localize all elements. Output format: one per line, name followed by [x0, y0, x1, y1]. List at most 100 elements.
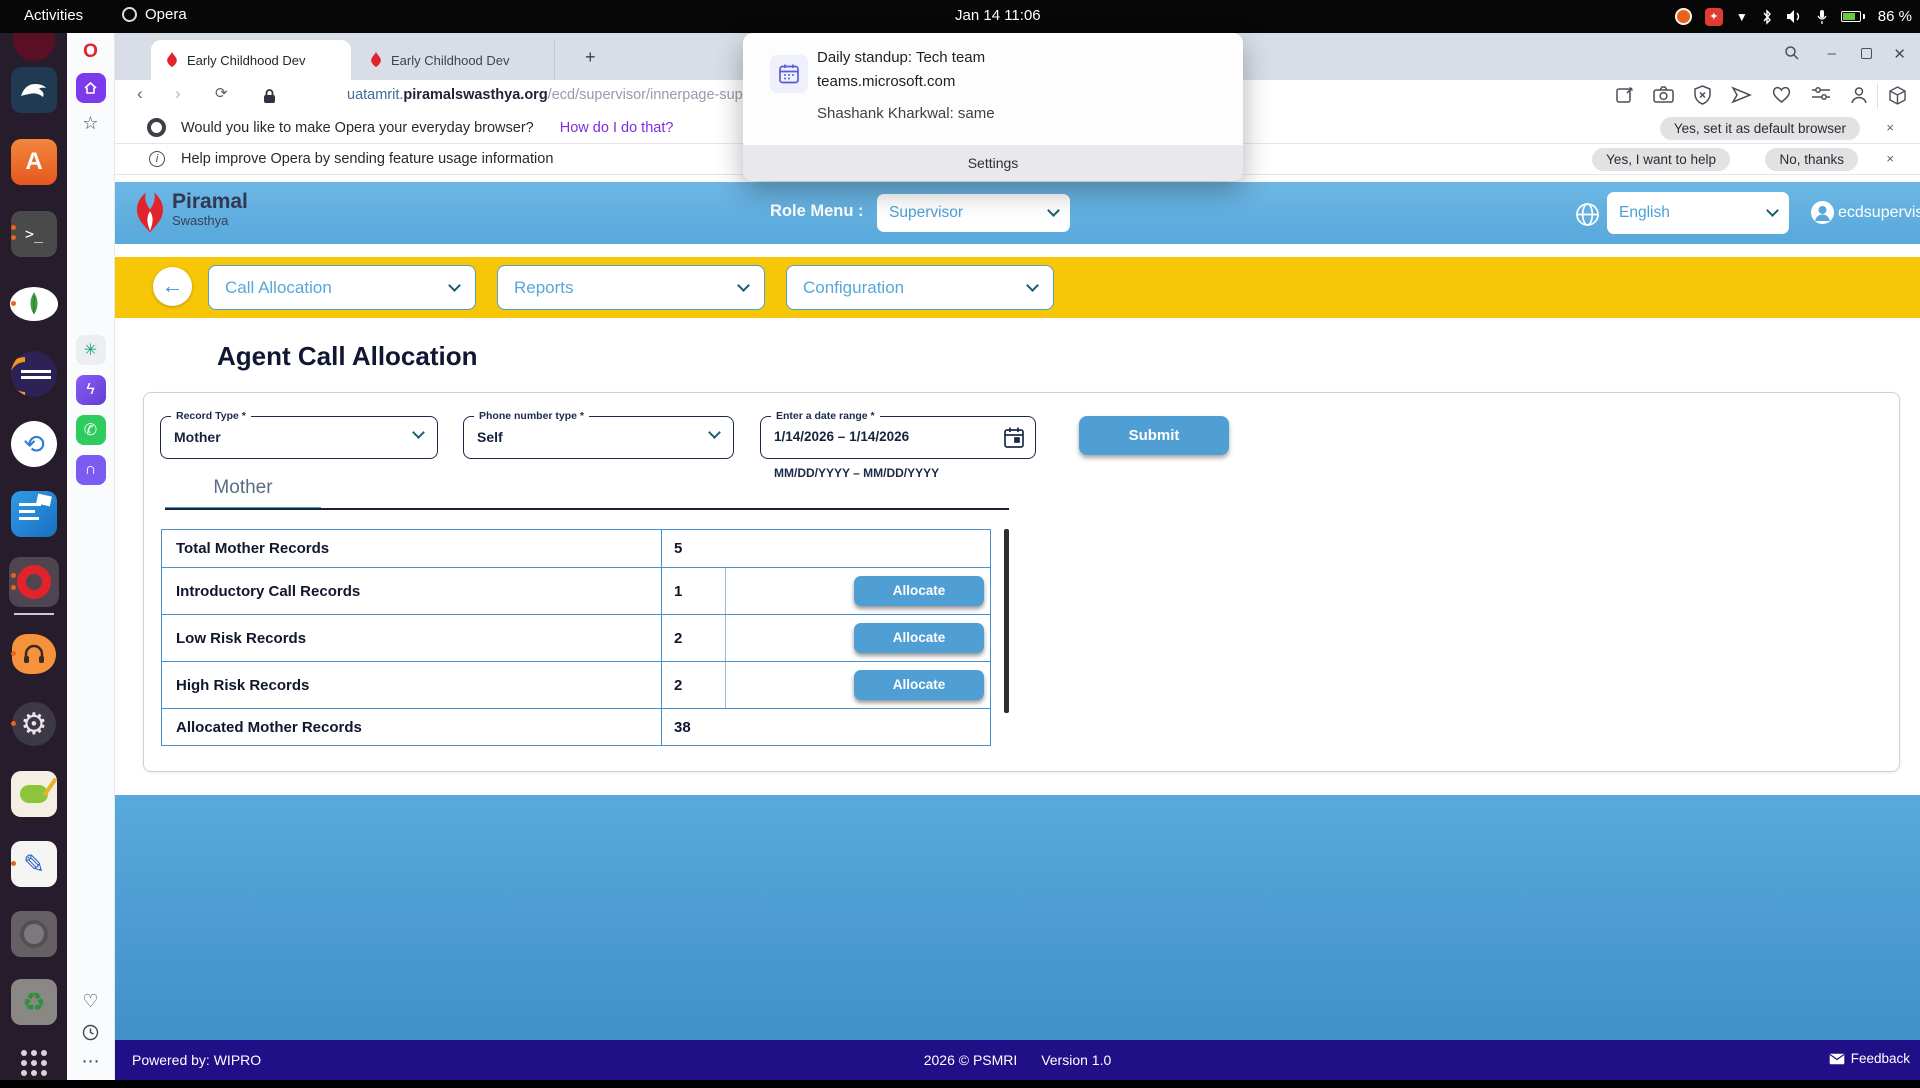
app-grid-icon: [19, 1048, 49, 1078]
profile-button[interactable]: [1849, 85, 1869, 105]
feedback-button[interactable]: Feedback: [1829, 1051, 1910, 1066]
chevron-down-icon: [737, 279, 750, 292]
table-row: Total Mother Records 5: [162, 530, 990, 567]
tab-mother[interactable]: Mother: [165, 477, 321, 507]
nav-call-allocation-dropdown[interactable]: Call Allocation: [208, 265, 476, 310]
dock-item-eclipse[interactable]: [9, 349, 59, 399]
minimize-button[interactable]: –: [1828, 45, 1836, 62]
lock-icon[interactable]: [263, 88, 276, 104]
phone-type-value: Self: [477, 429, 503, 445]
sidebar-bookmarks-button[interactable]: ♡: [82, 991, 98, 1012]
banner-help-link[interactable]: How do I do that?: [560, 120, 674, 136]
dock-item-disc-burner[interactable]: [9, 909, 59, 959]
dock-item-mysql-workbench[interactable]: [9, 65, 59, 115]
usage-no-button[interactable]: No, thanks: [1765, 148, 1858, 171]
restore-button[interactable]: [1861, 45, 1872, 59]
recycle-icon: ♻: [22, 987, 45, 1018]
set-default-browser-button[interactable]: Yes, set it as default browser: [1660, 117, 1860, 140]
chevron-down-icon: [1026, 279, 1039, 292]
snapshot-edit-button[interactable]: [1615, 85, 1635, 105]
easy-setup-button[interactable]: [1811, 85, 1831, 103]
tab-inactive[interactable]: Early Childhood Dev: [355, 40, 555, 80]
focused-app-indicator[interactable]: Opera: [122, 6, 187, 23]
sidebar-history-button[interactable]: [82, 1024, 99, 1041]
user-account[interactable]: ecdsupervis: [1810, 200, 1920, 225]
opera-window: O ☆ ✳ ϟ ✆ ∩ ♡ ⋯ Early Childhood Dev: [67, 33, 1920, 1080]
nav-configuration-dropdown[interactable]: Configuration: [786, 265, 1054, 310]
workspace-home-button[interactable]: [76, 73, 106, 103]
nav-reports-dropdown[interactable]: Reports: [497, 265, 765, 310]
sidebar-whatsapp-button[interactable]: ✆: [76, 415, 106, 445]
activities-button[interactable]: Activities: [24, 7, 83, 24]
bluetooth-icon: [1761, 9, 1773, 25]
submit-button[interactable]: Submit: [1079, 416, 1229, 455]
search-tabs-button[interactable]: [1784, 45, 1800, 61]
date-format-hint: MM/DD/YYYY – MM/DD/YYYY: [774, 466, 939, 480]
page-back-button[interactable]: ←: [153, 267, 192, 306]
workspace-star-button[interactable]: ☆: [82, 113, 98, 134]
new-tab-button[interactable]: +: [585, 47, 596, 68]
dock-item-settings[interactable]: ⚙: [9, 699, 59, 749]
page-title: Agent Call Allocation: [217, 341, 478, 372]
dock-item-trash[interactable]: ♻: [9, 977, 59, 1027]
nav-label: Reports: [514, 278, 574, 298]
tab-title: Early Childhood Dev: [391, 53, 510, 68]
date-range-input[interactable]: Enter a date range * 1/14/2026 – 1/14/20…: [760, 416, 1036, 459]
sidebar-more-button[interactable]: ⋯: [82, 1051, 100, 1072]
sidebar-chatgpt-button[interactable]: ✳: [76, 335, 106, 365]
back-nav-button[interactable]: ‹: [137, 84, 143, 104]
dock-item-text-editor[interactable]: ✎: [9, 839, 59, 889]
tab-active[interactable]: Early Childhood Dev: [151, 40, 351, 80]
dock-item-opera-active[interactable]: [9, 557, 59, 607]
piramal-favicon: [165, 52, 179, 68]
dock-item-mongodb[interactable]: [9, 279, 59, 329]
notification-title: Daily standup: Tech team: [817, 49, 985, 66]
allocate-button[interactable]: Allocate: [854, 576, 984, 606]
piramal-logo[interactable]: Piramal Swasthya: [133, 191, 248, 235]
calendar-icon[interactable]: [1003, 426, 1025, 450]
allocate-button[interactable]: Allocate: [854, 623, 984, 653]
language-select[interactable]: English: [1607, 192, 1789, 234]
dock-item-sync-app[interactable]: ⟲: [9, 419, 59, 469]
banner-close-icon[interactable]: ×: [1886, 120, 1894, 135]
banner-close-icon[interactable]: ×: [1886, 151, 1894, 166]
dock-item-notepadpp[interactable]: [9, 769, 59, 819]
info-icon: i: [149, 151, 165, 167]
headset-icon: [22, 644, 46, 664]
record-type-select[interactable]: Record Type * Mother: [160, 416, 438, 459]
dock-item-terminal[interactable]: >_: [9, 209, 59, 259]
opera-menu-button[interactable]: O: [83, 41, 98, 63]
send-to-device-button[interactable]: [1731, 85, 1752, 105]
row-value: 5: [662, 530, 990, 567]
camera-button[interactable]: [1653, 85, 1674, 104]
row-label: Introductory Call Records: [162, 568, 662, 614]
close-button[interactable]: ✕: [1893, 45, 1906, 63]
table-row: High Risk Records 2 Allocate: [162, 661, 990, 708]
reload-button[interactable]: ⟳: [215, 84, 228, 102]
forward-nav-button[interactable]: ›: [175, 84, 181, 104]
table-scrollbar[interactable]: [1004, 529, 1009, 713]
web-page: Piramal Swasthya Role Menu : Supervisor …: [115, 182, 1920, 1080]
role-select[interactable]: Supervisor: [877, 194, 1070, 232]
dock-item-libreoffice-impress[interactable]: [9, 489, 59, 539]
dock-item-app-center[interactable]: A: [9, 137, 59, 187]
notification-popup[interactable]: Daily standup: Tech team teams.microsoft…: [743, 33, 1243, 181]
usage-yes-button[interactable]: Yes, I want to help: [1592, 148, 1730, 171]
sidebar-messenger-button[interactable]: ϟ: [76, 375, 106, 405]
extensions-cube-button[interactable]: [1887, 85, 1908, 106]
dolphin-icon: [19, 80, 49, 100]
notification-settings-button[interactable]: Settings: [743, 145, 1243, 181]
bookmark-heart-button[interactable]: [1771, 85, 1792, 104]
adblock-shield-button[interactable]: [1693, 85, 1712, 105]
system-clock[interactable]: Jan 14 11:06: [955, 7, 1041, 24]
piramal-favicon: [369, 52, 383, 68]
allocate-button[interactable]: Allocate: [854, 670, 984, 700]
address-bar[interactable]: uatamrit.piramalswasthya.org/ecd/supervi…: [347, 87, 786, 103]
opera-sidebar: O ☆ ✳ ϟ ✆ ∩ ♡ ⋯: [67, 33, 115, 1080]
phone-type-select[interactable]: Phone number type * Self: [463, 416, 734, 459]
sidebar-headphones-button[interactable]: ∩: [76, 455, 106, 485]
system-tray[interactable]: ✦ ▼ 86 %: [1675, 0, 1912, 33]
globe-icon: [1575, 202, 1600, 227]
dock-item-show-applications[interactable]: [9, 1038, 59, 1088]
dock-item-headset-app[interactable]: [9, 629, 59, 679]
